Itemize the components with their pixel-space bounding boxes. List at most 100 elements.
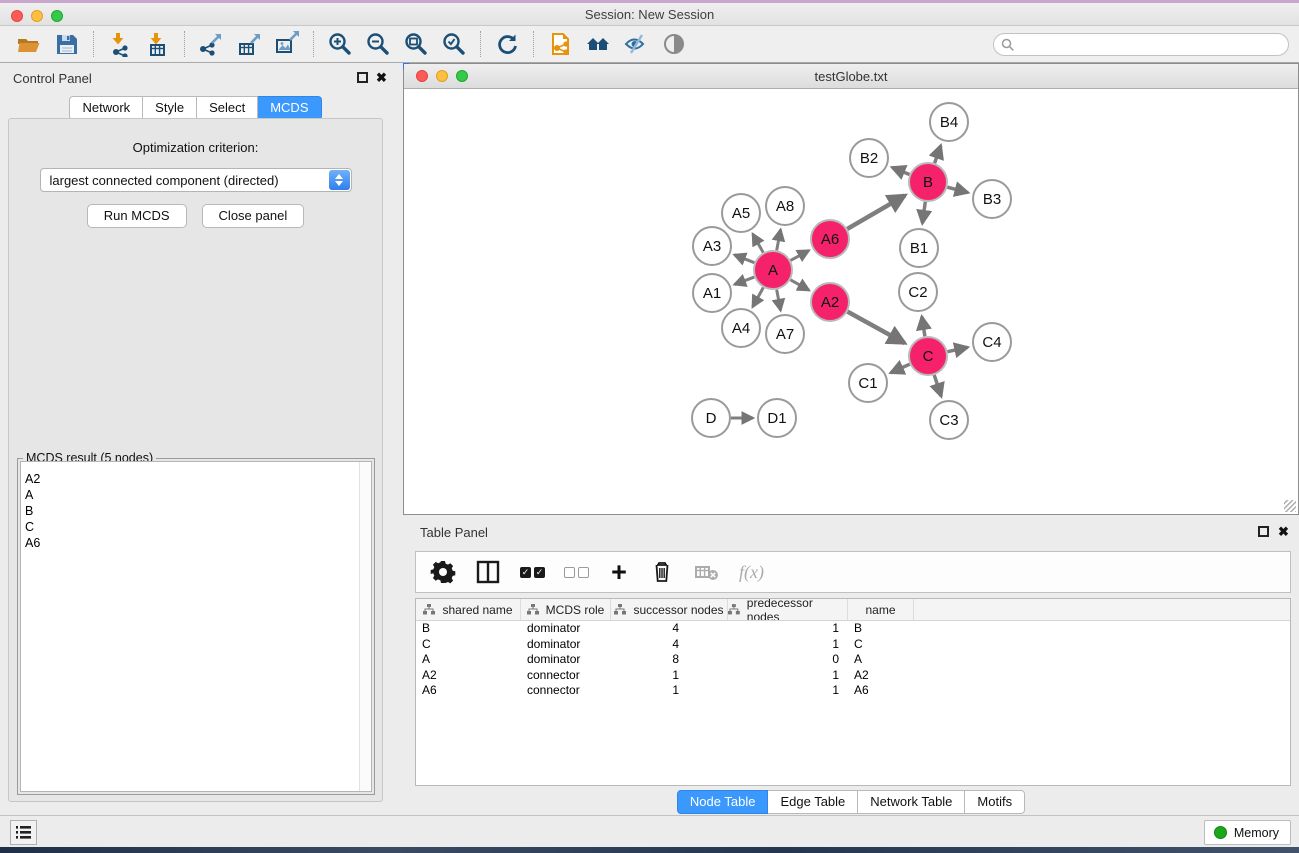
column-header-successor-nodes[interactable]: successor nodes xyxy=(611,599,728,620)
edge-A-A4[interactable] xyxy=(753,288,764,307)
table-settings-button[interactable] xyxy=(430,559,456,585)
mcds-result-list[interactable]: A2ABCA6 xyxy=(20,461,372,792)
save-session-button[interactable] xyxy=(48,28,86,60)
mcds-result-item[interactable]: B xyxy=(21,503,371,519)
search-field[interactable] xyxy=(993,33,1289,56)
table-cell[interactable]: 1 xyxy=(728,683,848,699)
table-row[interactable]: Cdominator41C xyxy=(416,637,1290,653)
table-cell[interactable]: A xyxy=(416,652,521,668)
table-row[interactable]: Bdominator41B xyxy=(416,621,1290,637)
node-B[interactable]: B xyxy=(909,163,947,201)
main-titlebar[interactable]: Session: New Session xyxy=(0,3,1299,26)
window-resize-grip[interactable] xyxy=(1284,500,1296,512)
network-canvas[interactable]: AA1A3A4A5A7A8A6A2BB1B2B3B4CC1C2C3C4DD1 xyxy=(404,89,1298,514)
table-tab-node-table[interactable]: Node Table xyxy=(677,790,769,814)
table-close-panel-icon[interactable]: ✖ xyxy=(1278,524,1289,540)
node-D1[interactable]: D1 xyxy=(758,399,796,437)
close-panel-icon[interactable]: ✖ xyxy=(376,70,387,86)
node-A6[interactable]: A6 xyxy=(811,220,849,258)
table-cell[interactable]: connector xyxy=(521,683,611,699)
table-row[interactable]: Adominator80A xyxy=(416,652,1290,668)
import-network-button[interactable] xyxy=(101,28,139,60)
show-panel-list-button[interactable] xyxy=(10,820,37,845)
edge-A6-B[interactable] xyxy=(847,195,905,229)
node-C4[interactable]: C4 xyxy=(973,323,1011,361)
import-table-button[interactable] xyxy=(139,28,177,60)
delete-column-button[interactable] xyxy=(649,559,675,585)
edge-A-A8[interactable] xyxy=(777,230,781,251)
node-B2[interactable]: B2 xyxy=(850,139,888,177)
mcds-result-item[interactable]: A xyxy=(21,487,371,503)
clone-network-button[interactable] xyxy=(541,28,579,60)
node-D[interactable]: D xyxy=(692,399,730,437)
add-column-button[interactable]: + xyxy=(608,559,630,585)
node-A2[interactable]: A2 xyxy=(811,283,849,321)
open-file-button[interactable] xyxy=(10,28,48,60)
table-cell[interactable]: dominator xyxy=(521,652,611,668)
node-A[interactable]: A xyxy=(754,251,792,289)
deselect-all-columns-button[interactable] xyxy=(564,559,589,585)
column-manager-button[interactable] xyxy=(475,559,501,585)
node-B4[interactable]: B4 xyxy=(930,103,968,141)
table-cell[interactable]: B xyxy=(416,621,521,637)
column-header-name[interactable]: name xyxy=(848,599,914,620)
node-A5[interactable]: A5 xyxy=(722,194,760,232)
select-all-columns-button[interactable]: ✓✓ xyxy=(520,559,545,585)
table-cell[interactable]: 4 xyxy=(611,637,728,653)
column-header-predecessor-nodes[interactable]: predecessor nodes xyxy=(728,599,848,620)
table-cell[interactable]: 1 xyxy=(611,668,728,684)
edge-A-A7[interactable] xyxy=(777,290,781,311)
edge-A-A2[interactable] xyxy=(790,280,809,290)
table-cell[interactable]: C xyxy=(416,637,521,653)
export-table-button[interactable] xyxy=(230,28,268,60)
table-cell[interactable]: B xyxy=(848,621,914,637)
node-A8[interactable]: A8 xyxy=(766,187,804,225)
memory-button[interactable]: Memory xyxy=(1204,820,1291,845)
mcds-result-item[interactable]: A2 xyxy=(21,471,371,487)
zoom-fit-button[interactable] xyxy=(397,28,435,60)
node-A3[interactable]: A3 xyxy=(693,227,731,265)
node-A7[interactable]: A7 xyxy=(766,315,804,353)
node-B1[interactable]: B1 xyxy=(900,229,938,267)
table-cell[interactable]: A6 xyxy=(416,683,521,699)
table-cell[interactable]: 1 xyxy=(728,621,848,637)
tab-network[interactable]: Network xyxy=(69,96,143,120)
node-B3[interactable]: B3 xyxy=(973,180,1011,218)
table-float-panel-icon[interactable] xyxy=(1258,526,1269,537)
node-C2[interactable]: C2 xyxy=(899,273,937,311)
criterion-dropdown[interactable]: largest connected component (directed) xyxy=(40,168,352,192)
table-cell[interactable]: dominator xyxy=(521,621,611,637)
table-tab-motifs[interactable]: Motifs xyxy=(965,790,1025,814)
search-input[interactable] xyxy=(1015,36,1288,54)
table-row[interactable]: A2connector11A2 xyxy=(416,668,1290,684)
edge-B-B4[interactable] xyxy=(935,146,941,164)
tab-style[interactable]: Style xyxy=(143,96,197,120)
column-header-MCDS-role[interactable]: MCDS role xyxy=(521,599,611,620)
mcds-list-scrollbar[interactable] xyxy=(359,462,371,791)
edge-A-A6[interactable] xyxy=(791,251,809,261)
node-C[interactable]: C xyxy=(909,337,947,375)
edge-B-B3[interactable] xyxy=(947,187,968,192)
zoom-out-button[interactable] xyxy=(359,28,397,60)
table-cell[interactable]: 1 xyxy=(728,637,848,653)
home-button[interactable] xyxy=(579,28,617,60)
edge-C-C3[interactable] xyxy=(934,375,941,396)
contrast-button[interactable] xyxy=(655,28,693,60)
table-cell[interactable]: A2 xyxy=(416,668,521,684)
node-A4[interactable]: A4 xyxy=(722,309,760,347)
table-cell[interactable]: 1 xyxy=(728,668,848,684)
export-image-button[interactable] xyxy=(268,28,306,60)
edge-A-A1[interactable] xyxy=(735,277,755,284)
edge-A2-C[interactable] xyxy=(848,312,905,343)
edge-A-A5[interactable] xyxy=(753,234,763,253)
node-C1[interactable]: C1 xyxy=(849,364,887,402)
zoom-in-button[interactable] xyxy=(321,28,359,60)
table-row[interactable]: A6connector11A6 xyxy=(416,683,1290,699)
run-mcds-button[interactable]: Run MCDS xyxy=(87,204,187,228)
zoom-selected-button[interactable] xyxy=(435,28,473,60)
edge-B-B2[interactable] xyxy=(892,167,909,174)
table-cell[interactable]: connector xyxy=(521,668,611,684)
export-network-button[interactable] xyxy=(192,28,230,60)
edge-B-B1[interactable] xyxy=(922,202,925,223)
table-cell[interactable]: C xyxy=(848,637,914,653)
